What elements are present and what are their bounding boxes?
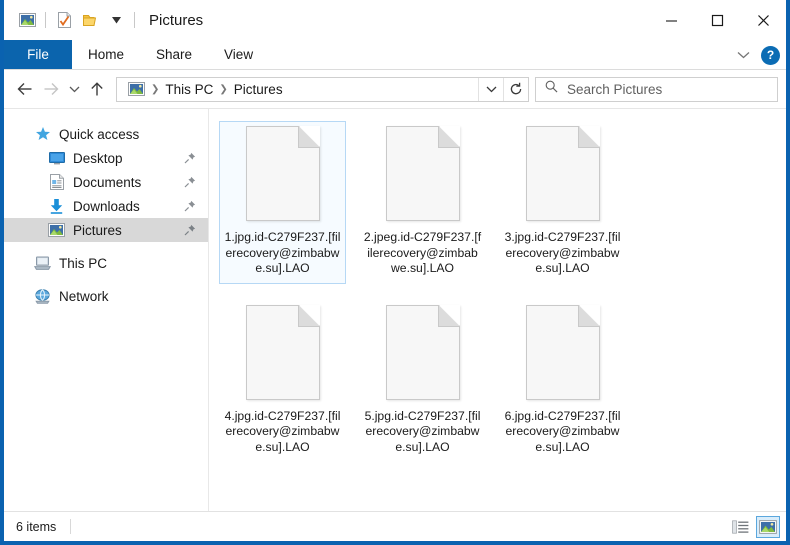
sidebar-item-pictures[interactable]: Pictures — [4, 218, 208, 242]
network-icon — [34, 288, 51, 305]
expand-ribbon-chevron-down-icon[interactable] — [732, 44, 754, 66]
pin-icon[interactable] — [183, 176, 196, 189]
document-file-icon — [525, 126, 600, 221]
file-name-label: 4.jpg.id-C279F237.[filerecovery@zimbabwe… — [224, 408, 341, 454]
pin-icon[interactable] — [183, 152, 196, 165]
file-name-label: 3.jpg.id-C279F237.[filerecovery@zimbabwe… — [504, 230, 621, 275]
document-file-icon — [385, 126, 460, 221]
toolbar-separator-2 — [134, 12, 135, 28]
help-icon[interactable]: ? — [761, 45, 780, 65]
minimize-button[interactable] — [648, 0, 694, 40]
this-pc-icon — [34, 255, 51, 272]
file-list-view[interactable]: 1.jpg.id-C279F237.[filerecovery@zimbabwe… — [208, 109, 786, 511]
pin-icon[interactable] — [183, 224, 196, 237]
sidebar-item-documents[interactable]: Documents — [4, 170, 208, 194]
large-icons-view-button[interactable] — [756, 515, 780, 538]
toolbar-separator — [45, 12, 46, 28]
tab-file[interactable]: File — [4, 40, 72, 69]
file-explorer-window: Pictures File Home Share View ? ❯ This P… — [0, 0, 790, 545]
forward-button[interactable] — [38, 76, 64, 102]
file-name-label: 6.jpg.id-C279F237.[filerecovery@zimbabwe… — [504, 408, 621, 454]
breadcrumb-separator-2[interactable]: ❯ — [217, 84, 229, 95]
new-folder-icon[interactable] — [77, 7, 103, 33]
navigation-pane: Quick access Desktop Documents Downloads… — [4, 109, 208, 511]
file-grid: 1.jpg.id-C279F237.[filerecovery@zimbabwe… — [219, 121, 778, 478]
star-icon — [34, 126, 51, 143]
tab-view[interactable]: View — [208, 40, 269, 69]
breadcrumb-pictures[interactable]: Pictures — [230, 82, 287, 97]
view-toggle-group — [728, 515, 780, 538]
document-file-icon — [385, 304, 460, 400]
sidebar-item-this-pc[interactable]: This PC — [4, 251, 208, 275]
address-path-field[interactable]: ❯ This PC ❯ Pictures — [116, 76, 529, 102]
item-count-label: 6 items — [16, 519, 57, 534]
address-bar-buttons — [478, 77, 528, 101]
search-input[interactable]: Search Pictures — [535, 76, 778, 102]
ribbon-right-controls: ? — [732, 40, 780, 70]
downloads-icon — [48, 198, 65, 215]
address-dropdown-chevron-down-icon[interactable] — [478, 77, 503, 101]
sidebar-item-desktop[interactable]: Desktop — [4, 146, 208, 170]
sidebar-item-label: Documents — [73, 174, 142, 190]
title-bar: Pictures — [4, 0, 786, 40]
file-name-label: 5.jpg.id-C279F237.[filerecovery@zimbabwe… — [364, 408, 481, 454]
sidebar-item-label: Pictures — [73, 222, 122, 238]
properties-icon[interactable] — [51, 7, 77, 33]
up-button[interactable] — [84, 76, 110, 102]
window-title: Pictures — [149, 11, 204, 29]
back-button[interactable] — [12, 76, 38, 102]
documents-icon — [48, 174, 65, 191]
search-placeholder: Search Pictures — [567, 81, 663, 97]
file-item[interactable]: 1.jpg.id-C279F237.[filerecovery@zimbabwe… — [219, 121, 346, 284]
customize-dropdown-icon[interactable] — [103, 7, 129, 33]
breadcrumb-separator-1: ❯ — [151, 83, 160, 95]
file-item[interactable]: 6.jpg.id-C279F237.[filerecovery@zimbabwe… — [499, 300, 626, 463]
tab-share[interactable]: Share — [140, 40, 208, 69]
desktop-icon — [48, 150, 65, 167]
file-item[interactable]: 3.jpg.id-C279F237.[filerecovery@zimbabwe… — [499, 121, 626, 284]
sidebar-item-label: Network — [59, 288, 109, 304]
ribbon-tab-bar: File Home Share View ? — [4, 40, 786, 70]
breadcrumb-pictures-icon[interactable] — [123, 76, 149, 102]
recent-locations-chevron-down-icon[interactable] — [64, 76, 84, 102]
document-file-icon — [245, 126, 320, 221]
explorer-body: pcrisk.com Quick access Desktop — [4, 108, 786, 511]
pictures-folder-icon[interactable] — [14, 7, 40, 33]
file-item[interactable]: 2.jpeg.id-C279F237.[filerecovery@zimbabw… — [359, 121, 486, 284]
document-file-icon — [245, 304, 320, 400]
pictures-icon — [48, 222, 65, 239]
file-item[interactable]: 4.jpg.id-C279F237.[filerecovery@zimbabwe… — [219, 300, 346, 463]
sidebar-item-label: Quick access — [59, 126, 140, 142]
pin-icon[interactable] — [183, 200, 196, 213]
window-controls — [648, 0, 786, 40]
details-view-button[interactable] — [728, 516, 752, 538]
file-item[interactable]: 5.jpg.id-C279F237.[filerecovery@zimbabwe… — [359, 300, 486, 463]
maximize-button[interactable] — [694, 0, 740, 40]
breadcrumb-this-pc[interactable]: This PC — [161, 82, 217, 97]
file-name-label: 1.jpg.id-C279F237.[filerecovery@zimbabwe… — [224, 230, 341, 275]
sidebar-item-label: Downloads — [73, 198, 140, 214]
sidebar-item-downloads[interactable]: Downloads — [4, 194, 208, 218]
close-button[interactable] — [740, 0, 786, 40]
status-bar: 6 items — [4, 511, 786, 541]
tab-home[interactable]: Home — [72, 40, 140, 69]
document-file-icon — [525, 304, 600, 400]
status-separator — [70, 519, 72, 534]
address-bar: ❯ This PC ❯ Pictures Search Pictures — [4, 70, 786, 108]
sidebar-item-label: Desktop — [73, 150, 123, 166]
refresh-icon[interactable] — [503, 77, 528, 101]
sidebar-item-label: This PC — [59, 255, 108, 271]
search-icon — [545, 80, 558, 98]
sidebar-item-quick-access[interactable]: Quick access — [4, 122, 208, 146]
sidebar-item-network[interactable]: Network — [4, 284, 208, 308]
file-name-label: 2.jpeg.id-C279F237.[filerecovery@zimbabw… — [363, 230, 482, 275]
quick-access-toolbar — [14, 7, 140, 33]
